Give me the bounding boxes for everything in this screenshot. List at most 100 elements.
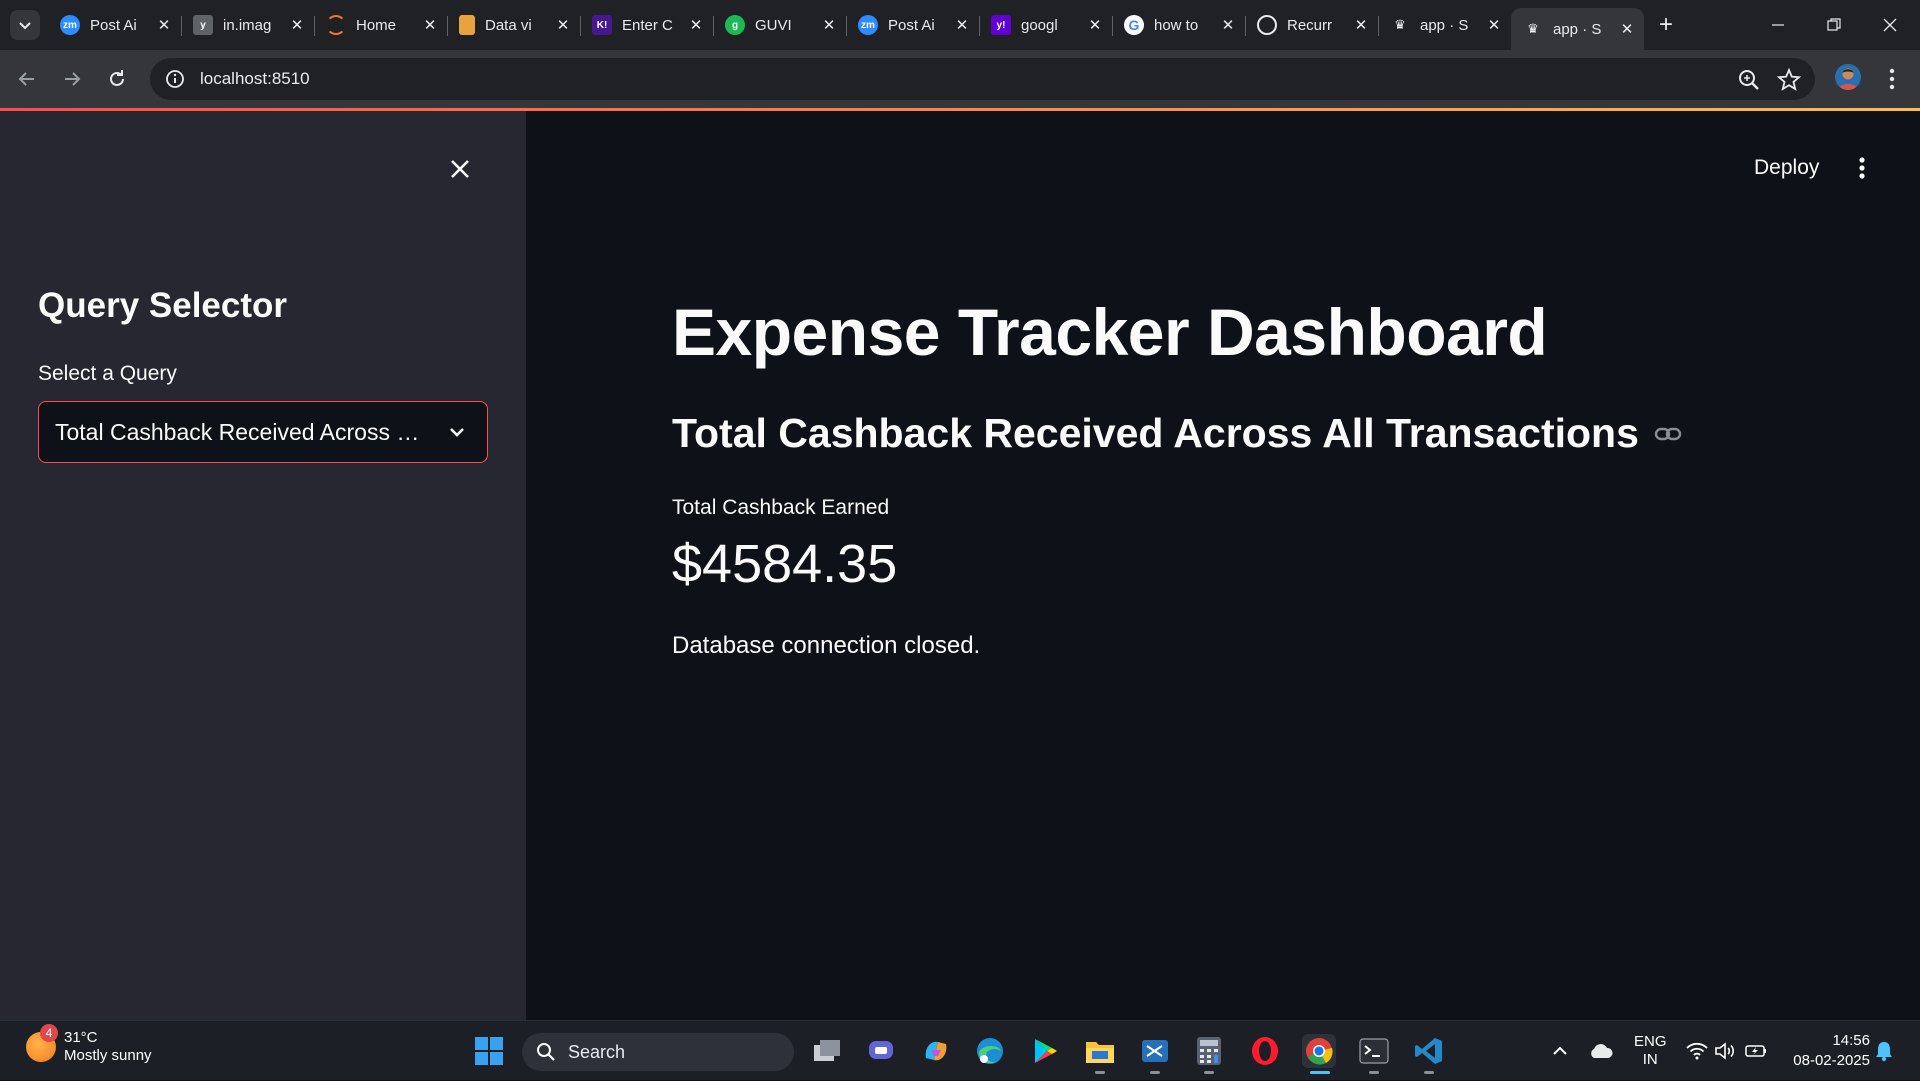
opera-button[interactable] — [1248, 1034, 1282, 1068]
clock-time: 14:56 — [1832, 1032, 1870, 1049]
search-label: Search — [568, 1041, 626, 1062]
network-tray[interactable] — [1686, 1021, 1708, 1081]
running-indicator — [1095, 1071, 1105, 1074]
close-tab-icon[interactable]: ✕ — [155, 16, 173, 34]
page-title: Expense Tracker Dashboard — [672, 295, 1548, 369]
language-code: ENG — [1634, 1033, 1667, 1050]
address-bar[interactable]: localhost:8510 — [150, 58, 1815, 100]
zoom-icon: zm — [60, 15, 80, 35]
notification-badge: 4 — [40, 1024, 58, 1042]
start-button[interactable] — [472, 1034, 506, 1068]
anchor-link-icon[interactable] — [1653, 419, 1683, 449]
folder-icon — [1086, 1042, 1114, 1063]
task-view-button[interactable] — [810, 1034, 844, 1068]
close-sidebar-icon[interactable] — [446, 155, 474, 183]
calculator-icon — [1197, 1037, 1221, 1065]
close-tab-icon[interactable]: ✕ — [953, 16, 971, 34]
chrome-button[interactable] — [1302, 1034, 1336, 1068]
deploy-button[interactable]: Deploy — [1736, 150, 1837, 186]
kahoot-icon: K! — [592, 15, 612, 35]
taskbar-search[interactable]: Search — [522, 1033, 794, 1071]
tab-search-button[interactable] — [10, 10, 40, 40]
close-tab-icon[interactable]: ✕ — [1086, 16, 1104, 34]
google-icon: G — [1124, 15, 1144, 35]
browser-tab[interactable]: y in.imag ✕ — [181, 8, 314, 42]
tab-title: Home — [356, 16, 397, 34]
reload-button[interactable] — [101, 63, 133, 95]
jupyter-icon — [326, 15, 346, 35]
close-tab-icon[interactable]: ✕ — [1618, 20, 1636, 38]
arrow-right-icon — [65, 72, 81, 86]
sidebar: Query Selector Select a Query Total Cash… — [0, 111, 526, 1020]
snipping-tool-button[interactable] — [1138, 1034, 1172, 1068]
query-select[interactable]: Total Cashback Received Across … — [38, 401, 488, 463]
terminal-button[interactable] — [1357, 1034, 1391, 1068]
close-tab-icon[interactable]: ✕ — [554, 16, 572, 34]
close-window-button[interactable] — [1862, 0, 1918, 50]
browser-tab[interactable]: Ghow to ✕ — [1112, 8, 1245, 42]
file-explorer-button[interactable] — [1083, 1034, 1117, 1068]
zoom-icon: zm — [858, 15, 878, 35]
back-button[interactable] — [11, 63, 43, 95]
zoom-icon[interactable] — [1736, 67, 1762, 93]
minimize-button[interactable] — [1750, 0, 1806, 50]
close-tab-icon[interactable]: ✕ — [1352, 16, 1370, 34]
teams-chat-button[interactable] — [864, 1034, 898, 1068]
tab-title: Data vi — [485, 16, 532, 34]
tab-title: Recurr — [1287, 16, 1333, 34]
close-tab-icon[interactable]: ✕ — [1219, 16, 1237, 34]
browser-tab[interactable]: y! googl ✕ — [979, 8, 1112, 42]
edge-button[interactable] — [973, 1034, 1007, 1068]
browser-tab[interactable]: g GUVI ✕ — [713, 8, 846, 42]
region-code: IN — [1642, 1051, 1658, 1068]
wifi-icon — [1686, 1042, 1708, 1060]
tab-title: GUVI — [755, 16, 792, 34]
bell-icon — [1876, 1042, 1892, 1062]
copilot-button[interactable] — [919, 1034, 953, 1068]
edge-icon — [977, 1038, 1003, 1064]
close-tab-icon[interactable]: ✕ — [288, 16, 306, 34]
close-tab-icon[interactable]: ✕ — [687, 16, 705, 34]
openai-icon — [1257, 15, 1277, 35]
guvi-icon: g — [725, 15, 745, 35]
browser-tab[interactable]: zm Post Ai ✕ — [48, 8, 181, 42]
query-select-value: Total Cashback Received Across … — [55, 418, 420, 445]
volume-tray[interactable] — [1714, 1021, 1736, 1081]
restore-button[interactable] — [1806, 0, 1862, 50]
close-tab-icon[interactable]: ✕ — [1485, 16, 1503, 34]
speaker-icon — [1715, 1042, 1734, 1060]
site-info-icon[interactable] — [164, 68, 186, 90]
close-tab-icon[interactable]: ✕ — [421, 16, 439, 34]
language-indicator[interactable]: ENG IN — [1634, 1021, 1667, 1081]
profile-avatar[interactable] — [1835, 64, 1861, 90]
yahoo-y-icon: y — [193, 15, 213, 35]
show-hidden-icons[interactable] — [1550, 1021, 1570, 1081]
weather-desc: Mostly sunny — [64, 1047, 152, 1064]
new-tab-button[interactable]: + — [1651, 10, 1681, 40]
play-store-button[interactable] — [1028, 1034, 1062, 1068]
browser-tab[interactable]: Home ✕ — [314, 8, 447, 42]
notifications-button[interactable] — [1874, 1021, 1894, 1081]
bookmark-star-icon[interactable] — [1776, 67, 1802, 93]
weather-widget[interactable]: 4 31°C Mostly sunny — [26, 1024, 152, 1065]
app-main-menu-icon[interactable] — [1850, 152, 1874, 184]
close-tab-icon[interactable]: ✕ — [820, 16, 838, 34]
search-icon — [537, 1043, 555, 1061]
system-clock[interactable]: 14:56 08-02-2025 — [1760, 1031, 1870, 1071]
browser-tab[interactable]: ♛ app · S ✕ — [1511, 8, 1644, 50]
vscode-button[interactable] — [1412, 1034, 1446, 1068]
onedrive-tray[interactable] — [1588, 1021, 1614, 1081]
chevron-up-icon — [1553, 1046, 1567, 1055]
browser-menu-icon[interactable] — [1882, 64, 1902, 94]
browser-tab[interactable]: K! Enter C ✕ — [580, 8, 713, 42]
browser-tab[interactable]: Data vi ✕ — [447, 8, 580, 42]
running-indicator — [1369, 1071, 1379, 1074]
browser-tab[interactable]: Recurr ✕ — [1245, 8, 1378, 42]
browser-tab[interactable]: zm Post Ai ✕ — [846, 8, 979, 42]
tab-title: how to — [1154, 16, 1199, 34]
chevron-down-icon — [450, 428, 464, 437]
task-view-icon — [814, 1040, 840, 1061]
forward-button[interactable] — [56, 63, 88, 95]
browser-tab[interactable]: ♛ app · S ✕ — [1378, 8, 1511, 42]
calculator-button[interactable] — [1192, 1034, 1226, 1068]
